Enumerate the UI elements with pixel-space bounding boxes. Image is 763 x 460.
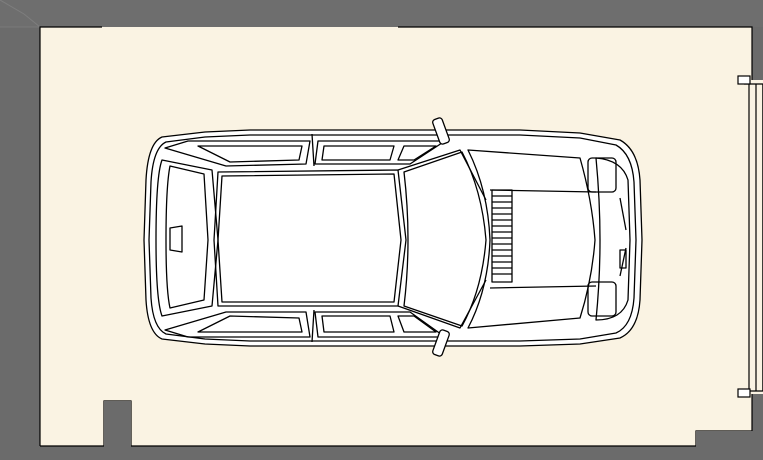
floor-plan-stage bbox=[0, 0, 763, 460]
door-jamb-bottom bbox=[737, 388, 751, 398]
car-top-view bbox=[143, 117, 643, 357]
floor-plan-drawing bbox=[0, 0, 763, 460]
wall-step bbox=[696, 431, 763, 460]
door-jamb-top bbox=[737, 75, 751, 85]
wall-pier bbox=[104, 401, 131, 460]
top-wall-face bbox=[0, 0, 763, 27]
